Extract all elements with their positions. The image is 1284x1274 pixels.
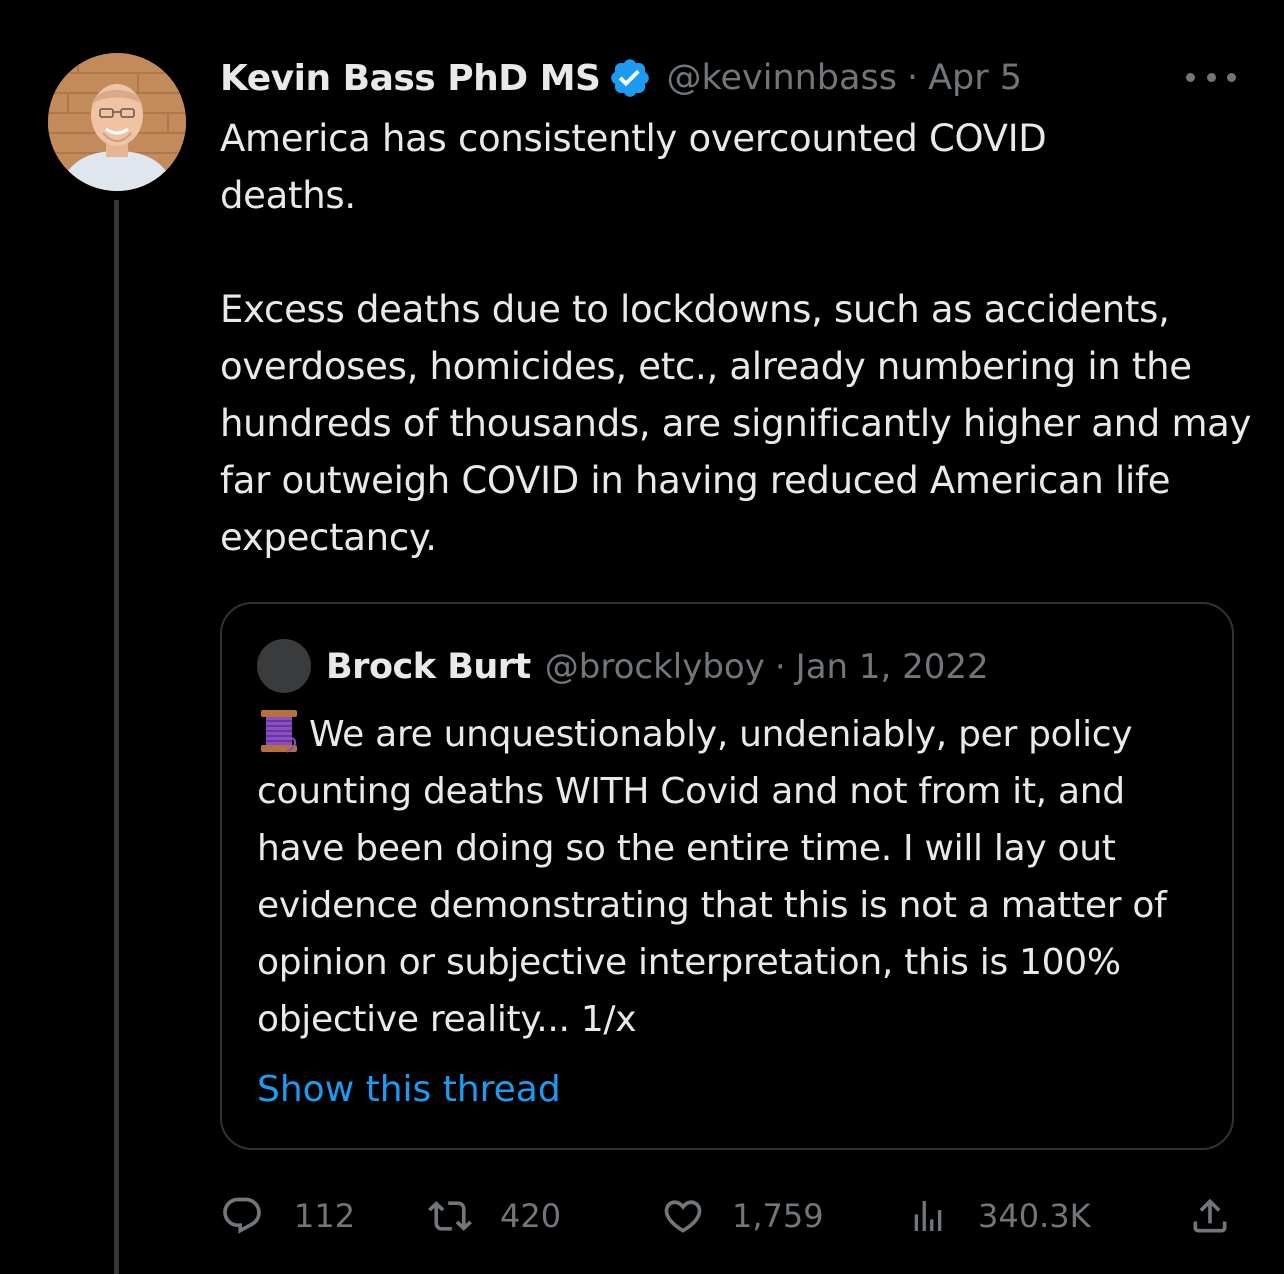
quoted-author-handle: @brocklyboy (544, 647, 765, 687)
thread-spool-emoji (257, 708, 301, 754)
reply-count: 112 (294, 1197, 356, 1235)
quoted-author-avatar[interactable] (257, 639, 311, 693)
views-count: 340.3K (978, 1197, 1091, 1235)
quoted-tweet-date: Jan 1, 2022 (795, 647, 989, 687)
like-count: 1,759 (732, 1197, 824, 1235)
quoted-author-name: Brock Burt (326, 647, 531, 687)
more-dot (1186, 72, 1195, 82)
reply-icon (220, 1194, 264, 1238)
tweet-actions-bar: 112 420 1,759 340.3K (220, 1190, 1240, 1242)
quoted-tweet-header: Brock Burt @brocklyboy · Jan 1, 2022 (326, 640, 989, 694)
heart-icon (660, 1194, 706, 1238)
author-avatar[interactable] (48, 53, 186, 191)
share-button[interactable] (1188, 1190, 1232, 1242)
tweet[interactable]: Kevin Bass PhD MS @kevinnbass · Apr 5 Am… (0, 0, 1284, 1274)
header-separator: · (906, 58, 919, 98)
reply-button[interactable]: 112 (220, 1190, 355, 1242)
tweet-text: America has consistently overcounted COV… (220, 117, 1252, 559)
show-this-thread-link[interactable]: Show this thread (257, 1064, 561, 1116)
more-options-icon[interactable] (1186, 62, 1236, 92)
retweet-button[interactable]: 420 (426, 1190, 561, 1242)
more-dot (1206, 72, 1216, 82)
quoted-tweet-text-block: We are unquestionably, undeniably, per p… (257, 706, 1217, 1048)
views-button[interactable]: 340.3K (908, 1190, 1091, 1242)
retweet-icon (426, 1194, 474, 1238)
verified-badge-icon (608, 56, 652, 100)
views-chart-icon (908, 1194, 948, 1238)
thread-connector-line (114, 200, 119, 1274)
quoted-header-separator: · (774, 647, 786, 687)
quoted-tweet[interactable]: Brock Burt @brocklyboy · Jan 1, 2022 We … (220, 602, 1234, 1150)
share-icon (1188, 1194, 1232, 1238)
quoted-tweet-text: We are unquestionably, undeniably, per p… (257, 714, 1167, 1040)
author-handle[interactable]: @kevinnbass (666, 58, 897, 98)
tweet-date[interactable]: Apr 5 (928, 58, 1022, 98)
author-name[interactable]: Kevin Bass PhD MS (220, 58, 601, 99)
more-dot (1227, 72, 1236, 82)
like-button[interactable]: 1,759 (660, 1190, 824, 1242)
retweet-count: 420 (500, 1197, 562, 1235)
tweet-header: Kevin Bass PhD MS @kevinnbass · Apr 5 (220, 52, 1022, 104)
